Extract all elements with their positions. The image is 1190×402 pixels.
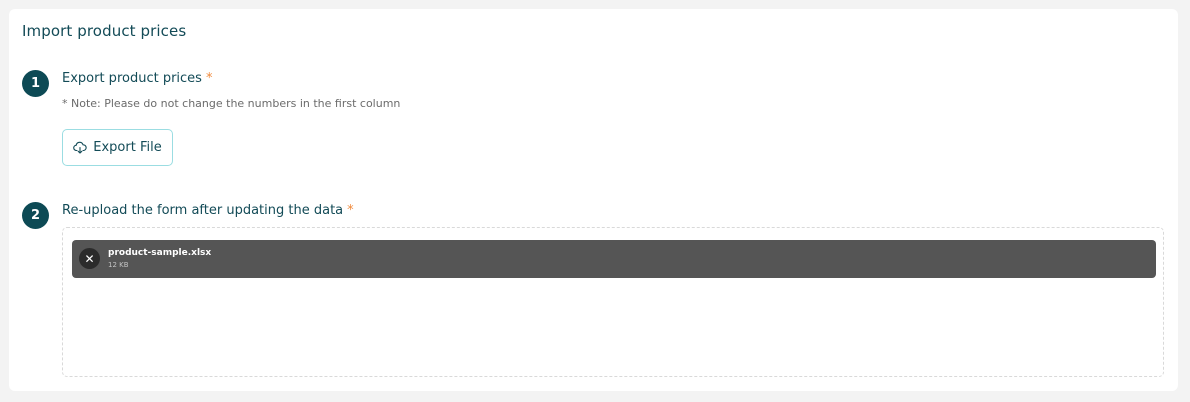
step-2-title-text: Re-upload the form after updating the da… bbox=[62, 203, 344, 218]
step-1-title-text: Export product prices bbox=[62, 71, 202, 86]
step-1-title: Export product prices * bbox=[62, 71, 212, 86]
export-file-button[interactable]: Export File bbox=[62, 129, 173, 166]
step-2-title: Re-upload the form after updating the da… bbox=[62, 203, 354, 218]
export-note: * Note: Please do not change the numbers… bbox=[62, 97, 401, 110]
export-file-button-label: Export File bbox=[93, 140, 162, 155]
file-name: product-sample.xlsx bbox=[108, 248, 212, 258]
step-2-badge: 2 bbox=[22, 202, 49, 229]
required-mark: * bbox=[347, 203, 354, 218]
file-size: 12 KB bbox=[108, 261, 129, 269]
close-icon[interactable]: ✕ bbox=[79, 248, 100, 269]
step-1-badge: 1 bbox=[22, 70, 49, 97]
cloud-download-icon bbox=[73, 141, 87, 154]
page-title: Import product prices bbox=[22, 22, 187, 40]
upload-dropzone[interactable]: ✕ product-sample.xlsx 12 KB bbox=[62, 227, 1164, 377]
required-mark: * bbox=[205, 71, 213, 86]
uploaded-file-item: ✕ product-sample.xlsx 12 KB bbox=[72, 240, 1156, 278]
import-card: Import product prices 1 Export product p… bbox=[9, 9, 1178, 391]
